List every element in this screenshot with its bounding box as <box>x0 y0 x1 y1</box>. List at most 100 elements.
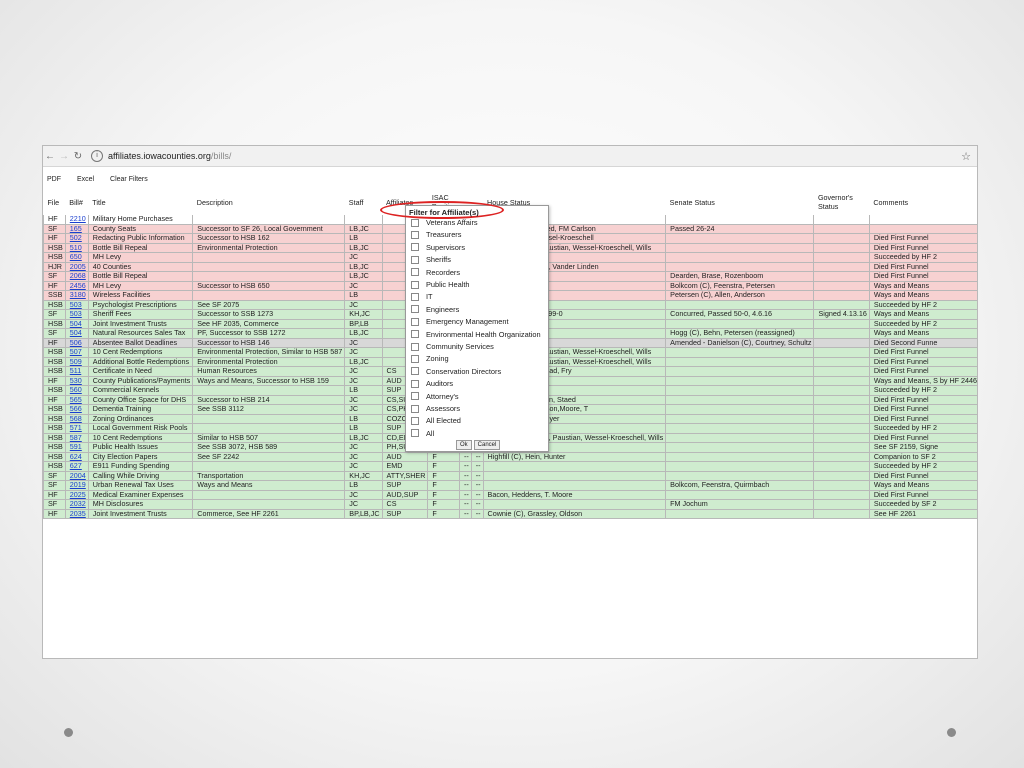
filter-checkbox[interactable] <box>411 243 419 252</box>
filter-option[interactable]: All Elected <box>411 416 461 425</box>
filter-option[interactable]: Environmental Health Organization <box>411 330 541 339</box>
column-header[interactable]: Staff <box>345 191 382 215</box>
bill-number-link[interactable]: 165 <box>70 224 82 233</box>
bill-number-link[interactable]: 568 <box>70 414 82 423</box>
filter-checkbox[interactable] <box>411 305 419 314</box>
table-row[interactable]: SF 2019 Urban Renewal Tax Uses Ways and Mea… <box>43 480 977 491</box>
bill-number-link[interactable]: 506 <box>70 338 82 347</box>
filter-checkbox[interactable] <box>411 342 419 351</box>
filter-checkbox[interactable] <box>411 317 419 326</box>
table-row[interactable]: HSB 624 City Election Papers See SF 2242 JC A… <box>43 452 977 462</box>
address-bar[interactable]: i affiliates.iowacounties.org/bills/ <box>91 149 959 163</box>
filter-checkbox[interactable] <box>411 255 419 264</box>
filter-checkbox[interactable] <box>411 230 419 239</box>
reload-icon[interactable]: ↻ <box>71 151 85 162</box>
column-header[interactable]: Governor's Status <box>814 191 869 215</box>
filter-option[interactable]: Public Health <box>411 280 470 289</box>
filter-checkbox[interactable] <box>411 416 419 425</box>
column-header[interactable]: Description <box>193 191 345 215</box>
clear-filters-link[interactable]: Clear Filters <box>110 176 148 183</box>
table-cell: MH Disclosures <box>87 499 193 510</box>
column-header[interactable]: Bill# <box>65 191 88 215</box>
bill-number-link[interactable]: 502 <box>70 234 82 243</box>
filter-checkbox[interactable] <box>411 367 419 376</box>
filter-checkbox[interactable] <box>411 268 419 277</box>
bill-number-link[interactable]: 2032 <box>70 500 86 509</box>
bill-number-link[interactable]: 591 <box>70 443 82 452</box>
filter-option[interactable]: Auditors <box>411 379 453 388</box>
bill-number-link[interactable]: 504 <box>70 319 82 328</box>
bill-number-link[interactable]: 3180 <box>70 291 86 300</box>
bill-number-link[interactable]: 587 <box>70 433 82 442</box>
filter-option[interactable]: Engineers <box>411 305 459 314</box>
table-row[interactable]: SF 2032 MH Disclosures JC CS F -- -- FM Jochum Su… <box>43 499 977 510</box>
filter-option[interactable]: Community Services <box>411 342 494 351</box>
filter-option[interactable]: Veterans Affairs <box>411 218 478 227</box>
bill-number-link[interactable]: 530 <box>70 376 82 385</box>
bill-number-link[interactable]: 2456 <box>70 281 86 290</box>
bill-number-link[interactable]: 560 <box>70 386 82 395</box>
filter-cancel-button[interactable]: Cancel <box>473 440 501 450</box>
bill-number-link[interactable]: 509 <box>70 357 82 366</box>
filter-option[interactable]: IT <box>411 292 433 301</box>
bill-number-link[interactable]: 503 <box>70 300 82 309</box>
filter-checkbox[interactable] <box>411 280 419 289</box>
bill-number-link[interactable]: 2004 <box>70 471 86 480</box>
filter-checkbox[interactable] <box>411 354 419 363</box>
bill-number-link[interactable]: 507 <box>70 348 82 357</box>
filter-checkbox[interactable] <box>411 429 419 438</box>
bill-number-link[interactable]: 510 <box>70 243 82 252</box>
filter-option[interactable]: Sheriffs <box>411 255 451 264</box>
filter-checkbox[interactable] <box>411 392 419 401</box>
bill-number-link[interactable]: 650 <box>70 253 82 262</box>
table-cell: Ways and Means, S by HF 2446, Withdr <box>868 376 977 386</box>
table-row[interactable]: SF 2004 Calling While Driving Transportatio… <box>43 471 977 481</box>
filter-option[interactable]: Conservation Directors <box>411 367 501 376</box>
table-cell: Ways and Means <box>192 480 345 491</box>
bill-number-link[interactable]: 2005 <box>70 262 86 271</box>
table-cell: Medical Examiner Expenses <box>87 490 193 500</box>
bill-number-link[interactable]: 566 <box>70 405 82 414</box>
filter-ok-button[interactable]: Ok <box>456 440 472 450</box>
pdf-link[interactable]: PDF <box>47 176 61 183</box>
bill-number-link[interactable]: 2025 <box>70 490 86 499</box>
table-row[interactable]: HSB 627 E911 Funding Spending JC EMD F -- -- Suc… <box>43 461 977 472</box>
bill-number-link[interactable]: 511 <box>70 367 81 376</box>
bill-number-link[interactable]: 624 <box>70 452 82 461</box>
filter-checkbox[interactable] <box>411 218 419 227</box>
bill-number-link[interactable]: 2210 <box>70 215 86 223</box>
table-row[interactable]: HF 2025 Medical Examiner Expenses JC AUD,SUP… <box>43 490 977 500</box>
filter-option[interactable]: Zoning <box>411 354 449 363</box>
bill-number-link[interactable]: 2035 <box>70 509 86 518</box>
back-icon[interactable]: ← <box>43 151 57 162</box>
filter-option[interactable]: Emergency Management <box>411 317 509 326</box>
excel-link[interactable]: Excel <box>77 176 94 183</box>
column-header[interactable]: Title <box>88 191 192 215</box>
table-row[interactable]: HF 2035 Joint Investment Trusts Commerce, S… <box>43 509 977 519</box>
column-header[interactable]: File <box>44 191 66 215</box>
bill-number-link[interactable]: 504 <box>70 329 82 338</box>
filter-popup-title: Filter for Affiliate(s) <box>409 208 479 217</box>
column-header[interactable]: Senate Status <box>666 191 814 215</box>
column-header[interactable]: Comments <box>869 191 977 215</box>
bill-number-link[interactable]: 503 <box>70 310 82 319</box>
filter-option[interactable]: Attorney's <box>411 392 459 401</box>
bookmark-star-icon[interactable]: ☆ <box>959 150 973 163</box>
bill-number-link[interactable]: 2068 <box>70 272 86 281</box>
bill-number-link[interactable]: 2019 <box>70 481 86 490</box>
info-icon[interactable]: i <box>91 150 103 162</box>
forward-icon[interactable]: → <box>57 151 71 162</box>
filter-checkbox[interactable] <box>411 379 419 388</box>
filter-option[interactable]: Treasurers <box>411 230 461 239</box>
filter-option[interactable]: Assessors <box>411 404 460 413</box>
filter-checkbox[interactable] <box>411 404 419 413</box>
bill-number-link[interactable]: 627 <box>70 462 82 471</box>
filter-checkbox[interactable] <box>411 330 419 339</box>
table-cell: LB <box>344 385 383 396</box>
filter-option[interactable]: Recorders <box>411 268 460 277</box>
filter-option[interactable]: Supervisors <box>411 243 465 252</box>
filter-checkbox[interactable] <box>411 292 419 301</box>
bill-number-link[interactable]: 571 <box>70 424 82 433</box>
bill-number-link[interactable]: 565 <box>70 395 82 404</box>
filter-option[interactable]: All <box>411 429 434 438</box>
